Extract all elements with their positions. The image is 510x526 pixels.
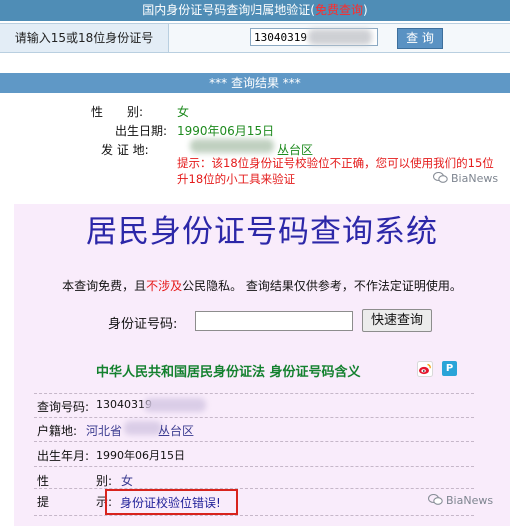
hukou-label: 户籍地: <box>37 424 78 438</box>
redacted-blur <box>308 29 372 45</box>
redacted-blur <box>124 421 162 435</box>
watermark-top: BiaNews <box>433 172 498 185</box>
gender-label: 性 别: <box>91 105 144 119</box>
weibo-icon[interactable] <box>417 361 433 380</box>
watermark-text: BiaNews <box>446 494 494 507</box>
gender-value: 女 <box>177 105 190 119</box>
hint-label-a: 提 <box>37 495 50 509</box>
hint-line-1: 提示：该18位身份证号校验位不正确，您可以使用我们的15位 <box>177 156 494 170</box>
query-number-label: 查询号码: <box>37 400 90 414</box>
top-title-text: 国内身份证号码查询归属地验证( <box>142 3 315 17</box>
query-button[interactable]: 查 询 <box>397 28 443 49</box>
wechat-icon <box>433 172 448 183</box>
watermark-bottom: BiaNews <box>428 494 493 507</box>
p-icon[interactable]: P <box>442 361 457 376</box>
row-divider <box>34 393 474 394</box>
top-title-bar: 国内身份证号码查询归属地验证(免费查询) <box>0 0 510 21</box>
hukou-district: 丛台区 <box>158 424 195 438</box>
quick-search-button[interactable]: 快速查询 <box>362 309 432 332</box>
law-links[interactable]: 中华人民共和国居民身份证法 身份证号码含义 <box>96 361 361 380</box>
system-title: 居民身份证号码查询系统 <box>86 214 438 250</box>
row-divider <box>34 488 474 489</box>
birth-date-value: 1990年06月15日 <box>177 124 275 138</box>
result-header-bar: *** 查询结果 *** <box>0 73 510 93</box>
wechat-icon <box>428 494 443 505</box>
birth-month-label: 出生年月: <box>37 449 90 463</box>
issue-place-label: 发 证 地: <box>101 143 149 157</box>
row-divider <box>34 441 474 442</box>
id-number-field[interactable] <box>195 311 353 331</box>
gender-label-a: 性 <box>37 474 50 488</box>
top-title-suffix: ) <box>363 3 368 17</box>
free-query-badge[interactable]: 免费查询 <box>315 3 363 17</box>
id-number-label: 身份证号码: <box>108 317 178 332</box>
checksum-error-text: 身份证校验位错误! <box>120 496 221 510</box>
watermark-text: BiaNews <box>451 172 499 185</box>
row-divider <box>34 417 474 418</box>
redacted-blur <box>190 139 274 153</box>
birth-date-label: 出生日期: <box>115 124 168 138</box>
free-notice: 本查询免费，且不涉及公民隐私。 查询结果仅供参考，不作法定证明使用。 <box>14 277 510 294</box>
notice-red: 不涉及 <box>146 279 183 293</box>
gender-label-b: 别: <box>96 474 113 488</box>
id-input-label: 请输入15或18位身份证号 <box>0 24 169 52</box>
gender-value: 女 <box>121 474 134 488</box>
hukou-province: 河北省 <box>86 424 123 438</box>
redacted-blur <box>144 398 206 412</box>
notice-part-b: 公民隐私。 查询结果仅供参考，不作法定证明使用。 <box>182 279 462 293</box>
birth-month-value: 1990年06月15日 <box>96 449 185 462</box>
notice-part-a: 本查询免费，且 <box>62 279 147 293</box>
row-divider <box>34 515 474 516</box>
row-divider <box>34 466 474 467</box>
